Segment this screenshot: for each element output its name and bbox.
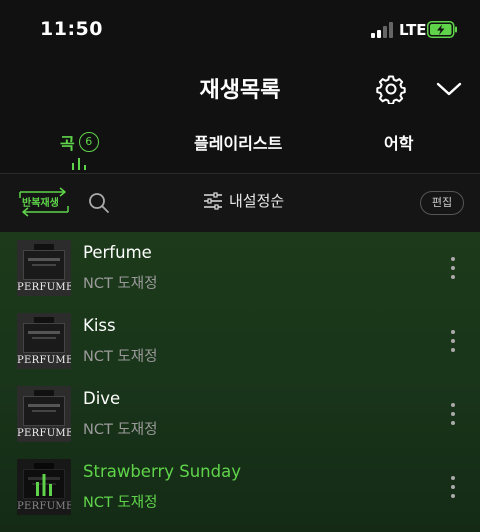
more-options-icon[interactable] [446,329,460,353]
battery-icon [427,21,457,38]
song-title: Dive [83,389,121,408]
album-art: PERFUME [17,313,71,369]
song-title: Kiss [83,316,116,335]
more-options-icon[interactable] [446,256,460,280]
song-row-playing[interactable]: PERFUME Strawberry Sunday NCT 도재정 [0,451,480,524]
chevron-down-icon[interactable] [435,78,463,100]
song-artist: NCT 도재정 [83,349,158,365]
album-art: PERFUME [17,459,71,515]
now-playing-icon [36,474,52,496]
more-options-icon[interactable] [446,402,460,426]
song-row[interactable]: PERFUME Dive NCT 도재정 [0,378,480,451]
song-row[interactable]: PERFUME Perfume NCT 도재정 [0,232,480,305]
song-count-badge: 6 [78,132,99,152]
page-title: 재생목록 [199,78,281,103]
song-title: Perfume [83,243,152,262]
tab-bar: 곡 6 플레이리스트 어학 [0,124,480,172]
album-art: PERFUME [17,240,71,296]
tab-language[interactable]: 어학 [384,130,413,154]
repeat-button[interactable]: 반복재생 [16,186,72,218]
album-art-text: PERFUME [17,282,71,293]
tab-playlist[interactable]: 플레이리스트 [194,130,282,154]
sort-button[interactable]: 내설정순 [203,190,284,211]
song-artist: NCT 도재정 [83,495,158,511]
song-row[interactable]: PERFUME Kiss NCT 도재정 [0,305,480,378]
more-options-icon[interactable] [446,475,460,499]
song-artist: NCT 도재정 [83,422,158,438]
status-time: 11:50 [40,18,103,40]
search-icon[interactable] [88,192,110,214]
song-title: Strawberry Sunday [83,462,241,481]
song-artist: NCT 도재정 [83,276,158,292]
edit-button[interactable]: 편집 [420,191,464,215]
status-bar: 11:50 LTE [0,0,480,62]
tab-songs[interactable]: 곡 6 [60,130,99,154]
gear-icon[interactable] [376,74,406,104]
signal-icon [371,22,395,38]
album-art-text: PERFUME [17,428,71,439]
album-art-text: PERFUME [17,355,71,366]
song-list: PERFUME Perfume NCT 도재정 PERFUME Kiss NCT… [0,232,480,532]
album-art: PERFUME [17,386,71,442]
tab-songs-label: 곡 [60,134,75,153]
active-tab-indicator-icon [72,158,86,170]
sort-label: 내설정순 [229,192,285,210]
sliders-icon [204,191,222,210]
network-label: LTE [399,21,427,39]
repeat-label: 반복재생 [22,198,59,209]
toolbar: 반복재생 내설정순 편집 [0,174,480,232]
